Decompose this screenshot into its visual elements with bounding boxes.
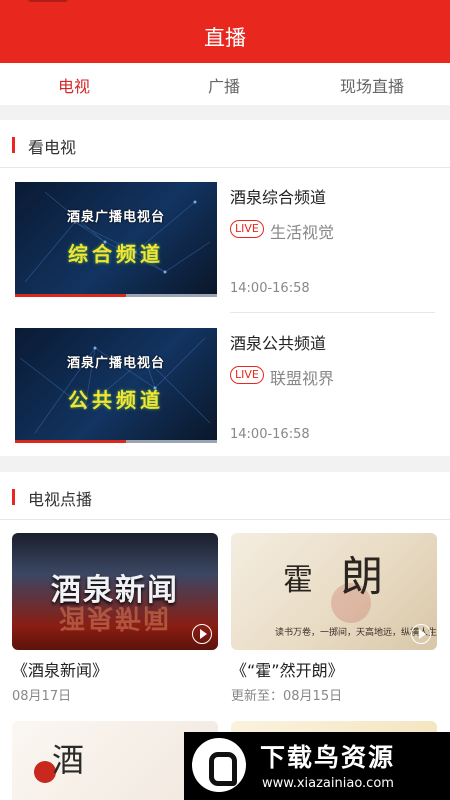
watermark-brand: 下载鸟资源 [260,743,396,772]
vod-title[interactable]: 《酒泉新闻》 [12,657,108,681]
live-badge: LIVE [230,220,264,238]
program-name: 生活视觉 [270,223,335,242]
thumbnail-char: 霍 [283,563,313,598]
thumbnail-subtitle: 酒泉广播电视台 [66,210,165,225]
progress-fill [15,440,127,443]
live-badge: LIVE [230,366,264,384]
thumbnail-subtitle: 酒泉广播电视台 [66,356,165,371]
tv-section: 看电视 酒泉广播电视台 综合频道 酒泉综合频道 LIVE 生活视觉 14:00-… [0,120,450,456]
vod-section-title: 电视点播 [28,490,93,509]
program-time: 14:00-16:58 [230,281,310,296]
watermark: 下载鸟资源 www.xiazainiao.com [184,732,450,800]
play-icon[interactable] [411,624,431,644]
section-marker [12,137,15,153]
tv-section-header: 看电视 [0,120,450,168]
program-name: 联盟视界 [270,369,335,388]
thumbnail-title: 综合频道 [68,242,164,266]
thumbnail-char: 朗 [341,552,384,601]
tab-live-scene[interactable]: 现场直播 [340,73,404,97]
vod-section-header: 电视点播 [0,472,450,520]
app-header: 直播 [0,0,450,63]
section-marker [12,489,15,505]
vod-date: 更新至：08月15日 [231,689,343,704]
channel-item[interactable]: 酒泉广播电视台 公共频道 酒泉公共频道 LIVE 联盟视界 14:00-16:5… [0,328,450,474]
status-bar [28,0,68,2]
thumbnail-char: 酒 [52,741,85,779]
divider [230,312,435,313]
thumbnail-title: 公共频道 [68,388,164,412]
watermark-url: www.xiazainiao.com [262,776,394,791]
vod-title[interactable]: 《“霍”然开朗》 [231,657,344,681]
play-progress-bar [15,440,217,443]
channel-thumbnail[interactable]: 酒泉广播电视台 综合频道 [15,182,217,297]
page-title: 直播 [204,26,246,50]
channel-item[interactable]: 酒泉广播电视台 综合频道 酒泉综合频道 LIVE 生活视觉 14:00-16:5… [0,182,450,328]
tab-radio[interactable]: 广播 [208,73,240,97]
vod-thumbnail[interactable]: 霍 朗 读书万卷，一掷间，天高地远，纵横人生 [231,533,437,650]
tab-bar: 电视 广播 现场直播 [0,63,450,105]
tab-tv[interactable]: 电视 [58,73,90,97]
vod-thumbnail[interactable]: 酒泉新闻 酒泉新闻 [12,533,218,650]
channel-name[interactable]: 酒泉公共频道 [230,330,326,354]
bird-logo-icon [192,738,246,792]
play-icon[interactable] [192,624,212,644]
thumbnail-reflection: 酒泉新闻 [58,602,171,632]
program-time: 14:00-16:58 [230,427,310,442]
vod-date: 08月17日 [12,689,72,704]
channel-thumbnail[interactable]: 酒泉广播电视台 公共频道 [15,328,217,443]
channel-name[interactable]: 酒泉综合频道 [230,184,326,208]
progress-fill [15,294,127,297]
tv-section-title: 看电视 [28,138,77,157]
play-progress-bar [15,294,217,297]
